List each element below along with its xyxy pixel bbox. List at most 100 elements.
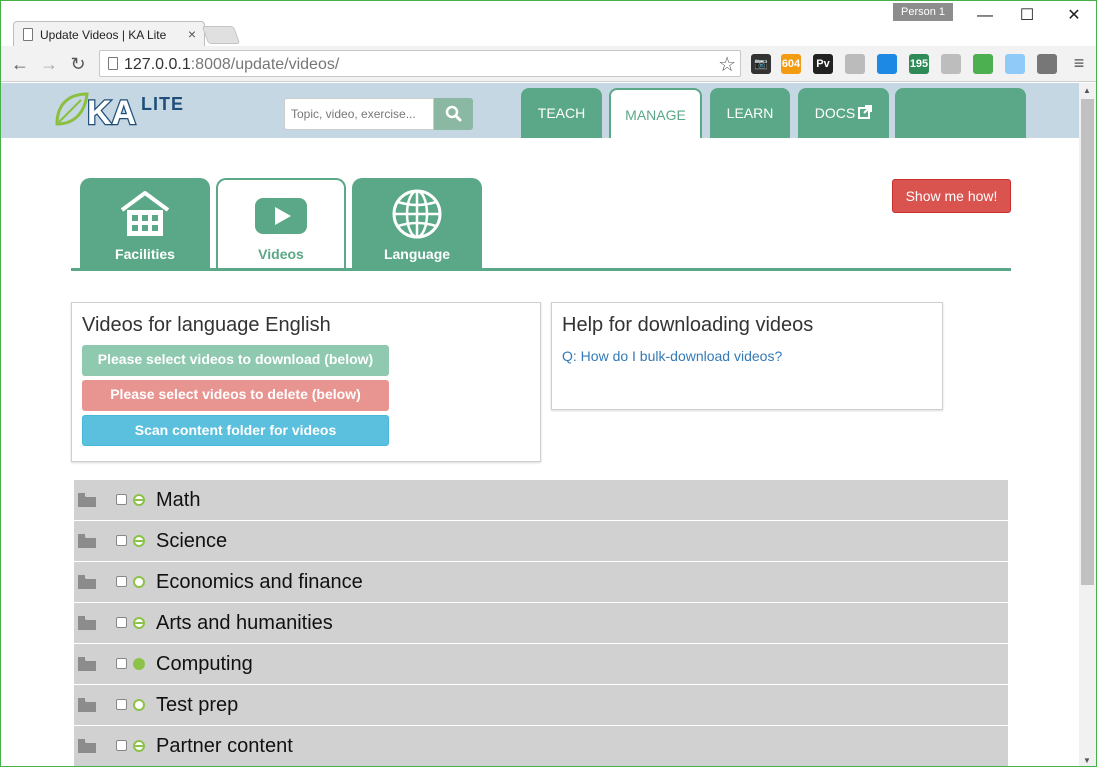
browser-toolbar: ← → ↻ 127.0.0.1:8008/update/videos/ ☆ 📷 6…	[1, 46, 1096, 82]
subtab-facilities[interactable]: Facilities	[80, 178, 210, 270]
nav-tab-label: MANAGE	[625, 107, 686, 123]
camera-icon[interactable]: 📷	[751, 54, 771, 74]
maximize-button[interactable]: ☐	[1011, 5, 1043, 27]
topic-row[interactable]: Test prep	[74, 685, 1008, 725]
title-bar: Update Videos | KA Lite × Person 1 — ☐ ✕	[1, 1, 1096, 47]
nav-tab-label: TEACH	[537, 105, 586, 121]
topic-checkbox[interactable]	[116, 658, 127, 669]
external-link-icon	[855, 105, 873, 121]
counter-icon[interactable]: 195	[909, 54, 929, 74]
topic-label[interactable]: Partner content	[156, 735, 293, 758]
topic-label[interactable]: Arts and humanities	[156, 612, 333, 635]
logo-ka-text: KA	[87, 94, 136, 130]
grammar-icon[interactable]	[973, 54, 993, 74]
topic-label[interactable]: Test prep	[156, 694, 238, 717]
nav-tab-teach[interactable]: TEACH	[521, 88, 602, 138]
help-panel: Help for downloading videos Q: How do I …	[551, 302, 943, 410]
download-status-icon	[133, 658, 145, 670]
folder-icon[interactable]	[78, 698, 96, 712]
folder-icon[interactable]	[78, 657, 96, 671]
browser-tab[interactable]: Update Videos | KA Lite ×	[13, 21, 205, 47]
globe-icon	[392, 189, 442, 239]
show-me-how-button[interactable]: Show me how!	[892, 179, 1011, 213]
page-scrollbar[interactable]: ▲ ▼	[1079, 83, 1096, 766]
subtab-label: Videos	[258, 246, 304, 262]
url-path: :8008/update/videos/	[190, 56, 340, 73]
topic-checkbox[interactable]	[116, 494, 127, 505]
puzzle-icon[interactable]	[845, 54, 865, 74]
ka-header: KA LITE TEACH MANAGE LEARN DOCS	[1, 83, 1079, 138]
building-icon	[120, 191, 170, 236]
download-videos-button[interactable]: Please select videos to download (below)	[82, 345, 389, 376]
browser-window: Update Videos | KA Lite × Person 1 — ☐ ✕…	[0, 0, 1097, 767]
subtab-label: Language	[383, 246, 451, 262]
topic-checkbox[interactable]	[116, 535, 127, 546]
folder-icon[interactable]	[78, 616, 96, 630]
folder-icon[interactable]	[78, 493, 96, 507]
nav-tab-learn[interactable]: LEARN	[710, 88, 790, 138]
scan-content-button[interactable]: Scan content folder for videos	[82, 415, 389, 446]
document-icon	[23, 28, 33, 41]
nav-tab-label: LEARN	[726, 105, 774, 121]
clock-icon[interactable]	[941, 54, 961, 74]
folder-icon[interactable]	[78, 534, 96, 548]
download-status-icon	[133, 494, 145, 506]
topic-row[interactable]: Computing	[74, 644, 1008, 684]
minimize-button[interactable]: —	[969, 5, 1001, 27]
download-status-icon	[133, 535, 145, 547]
download-status-icon	[133, 740, 145, 752]
search-input[interactable]	[284, 98, 434, 130]
topic-label[interactable]: Science	[156, 530, 227, 553]
subtab-videos[interactable]: Videos	[216, 178, 346, 270]
topic-row[interactable]: Partner content	[74, 726, 1008, 766]
address-bar[interactable]: 127.0.0.1:8008/update/videos/ ☆	[99, 50, 741, 77]
new-tab-button[interactable]	[201, 26, 241, 44]
forward-button[interactable]: →	[38, 53, 60, 75]
page-icon	[108, 57, 118, 70]
topic-row[interactable]: Math	[74, 480, 1008, 520]
topic-checkbox[interactable]	[116, 699, 127, 710]
search-button[interactable]	[434, 98, 473, 130]
logo-lite-text: LITE	[141, 94, 184, 114]
chrome-menu-icon[interactable]: ≡	[1069, 53, 1089, 75]
nav-tab-docs[interactable]: DOCS	[798, 88, 889, 138]
scroll-up-icon[interactable]: ▲	[1083, 86, 1091, 95]
topic-checkbox[interactable]	[116, 617, 127, 628]
ka-lite-logo[interactable]: KA LITE	[53, 88, 203, 130]
back-button[interactable]: ←	[9, 53, 31, 75]
rss-icon[interactable]: 604	[781, 54, 801, 74]
delete-videos-button[interactable]: Please select videos to delete (below)	[82, 380, 389, 411]
gear-icon[interactable]	[1037, 54, 1057, 74]
folder-icon[interactable]	[78, 739, 96, 753]
help-panel-title: Help for downloading videos	[562, 314, 814, 336]
topic-row[interactable]: Arts and humanities	[74, 603, 1008, 643]
scroll-thumb[interactable]	[1081, 99, 1094, 585]
url-text[interactable]: 127.0.0.1:8008/update/videos/	[124, 56, 339, 74]
topic-checkbox[interactable]	[116, 576, 127, 587]
topic-label[interactable]: Economics and finance	[156, 571, 363, 594]
subtab-label: Facilities	[115, 246, 175, 262]
stripe-icon[interactable]	[877, 54, 897, 74]
window-icon[interactable]	[1005, 54, 1025, 74]
bookmark-star-icon[interactable]: ☆	[718, 52, 736, 77]
scroll-down-icon[interactable]: ▼	[1083, 756, 1091, 765]
page-viewport: KA LITE TEACH MANAGE LEARN DOCS Show me how…	[1, 83, 1079, 766]
topic-row[interactable]: Economics and finance	[74, 562, 1008, 602]
nav-tab-extra[interactable]	[895, 88, 1026, 138]
topic-label[interactable]: Math	[156, 489, 200, 512]
tab-close-icon[interactable]: ×	[188, 26, 196, 42]
pv-icon[interactable]: Pv	[813, 54, 833, 74]
nav-tab-label: DOCS	[814, 105, 856, 121]
topic-checkbox[interactable]	[116, 740, 127, 751]
close-window-button[interactable]: ✕	[1058, 5, 1090, 27]
topic-label[interactable]: Computing	[156, 653, 253, 676]
bulk-download-help-link[interactable]: Q: How do I bulk-download videos?	[562, 348, 782, 364]
reload-button[interactable]: ↻	[67, 53, 89, 75]
subtab-language[interactable]: Language	[352, 178, 482, 270]
topic-row[interactable]: Science	[74, 521, 1008, 561]
folder-icon[interactable]	[78, 575, 96, 589]
play-icon	[255, 198, 307, 234]
videos-panel: Videos for language English Please selec…	[71, 302, 541, 462]
profile-badge[interactable]: Person 1	[893, 3, 953, 21]
nav-tab-manage[interactable]: MANAGE	[609, 88, 702, 138]
